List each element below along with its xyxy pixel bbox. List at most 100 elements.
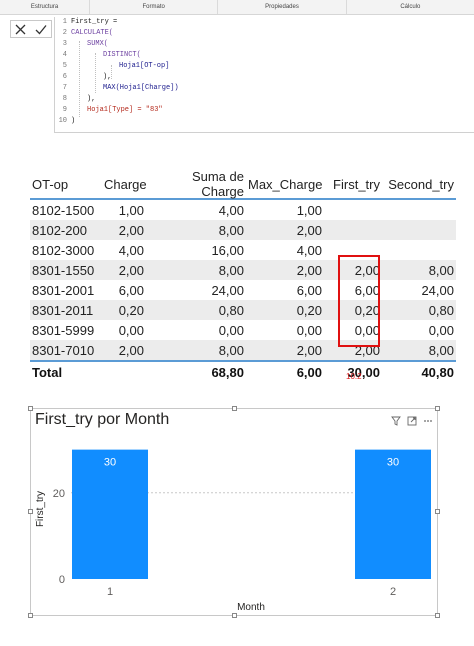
resize-handle[interactable]	[28, 406, 33, 411]
visual-header-icons	[391, 413, 433, 431]
table-row[interactable]: 8301-5999 0,00 0,00 0,00 0,00 0,00	[30, 320, 456, 340]
check-icon[interactable]	[35, 24, 47, 35]
cell-max-charge: 2,00	[296, 342, 322, 358]
cell-charge: 2,00	[118, 222, 144, 238]
code-line: 8),	[55, 94, 474, 105]
line-number: 8	[62, 95, 67, 103]
cell-suma-de-charge: 4,00	[218, 202, 244, 218]
cell-charge: 0,00	[118, 322, 144, 338]
cell-max-charge: 2,00	[296, 222, 322, 238]
cell-first-try: 2,00	[354, 342, 380, 358]
y-tick-label: 0	[59, 574, 65, 586]
total-max-charge: 6,00	[296, 364, 322, 380]
cell-ot-op: 8301-1550	[32, 262, 95, 278]
cell-charge: 6,00	[118, 282, 144, 298]
cell-ot-op: 8102-200	[32, 222, 87, 238]
table-row[interactable]: 8301-7010 2,00 8,00 2,00 2,00 8,00	[30, 340, 456, 360]
resize-handle[interactable]	[28, 613, 33, 618]
formula-bar: 1 First_try = 2 CALCULATE(3 SUMX(4 DISTINCT(5…	[0, 15, 474, 133]
filter-icon[interactable]	[391, 413, 401, 431]
cell-suma-de-charge: 0,80	[218, 302, 244, 318]
formula-editor[interactable]: 1 First_try = 2 CALCULATE(3 SUMX(4 DISTINCT(5…	[54, 17, 474, 133]
cell-max-charge: 6,00	[296, 282, 322, 298]
cell-max-charge: 0,00	[296, 322, 322, 338]
code-text: ),	[103, 73, 112, 81]
close-icon[interactable]	[15, 24, 26, 35]
y-axis-title: First_try	[35, 491, 46, 527]
cell-ot-op: 8102-1500	[32, 202, 95, 218]
code-line: 6),	[55, 72, 474, 83]
line-number: 7	[62, 84, 67, 92]
cell-first-try: 0,20	[354, 302, 380, 318]
code-text: SUMX(	[87, 40, 109, 48]
cell-max-charge: 4,00	[296, 242, 322, 258]
cell-charge: 4,00	[118, 242, 144, 258]
code-text: DISTINCT(	[103, 51, 141, 59]
header-ot-op[interactable]: OT-op	[30, 177, 102, 192]
data-label: 30	[104, 457, 116, 469]
bar[interactable]	[72, 449, 148, 579]
line-number: 2	[62, 29, 67, 37]
x-axis-title: Month	[237, 602, 265, 613]
resize-handle[interactable]	[435, 509, 440, 514]
cell-suma-de-charge: 24,00	[211, 282, 244, 298]
table-row[interactable]: 8102-200 2,00 8,00 2,00	[30, 220, 456, 240]
more-options-icon[interactable]	[423, 413, 433, 431]
table-row[interactable]: 8102-1500 1,00 4,00 1,00	[30, 200, 456, 220]
code-text: CALCULATE(	[71, 29, 114, 37]
code-text: MAX(Hoja1[Charge])	[103, 84, 179, 92]
code-line: 9 Hoja1[Type] = "83"	[55, 105, 474, 116]
tab-propiedades[interactable]: Propiedades	[218, 0, 347, 14]
table-row[interactable]: 8301-2001 6,00 24,00 6,00 6,00 24,00	[30, 280, 456, 300]
bar[interactable]	[355, 449, 431, 579]
cell-max-charge: 0,20	[296, 302, 322, 318]
total-suma-de-charge: 68,80	[211, 364, 244, 380]
tab-formato[interactable]: Formato	[90, 0, 219, 14]
focus-mode-icon[interactable]	[407, 413, 417, 431]
header-charge[interactable]: Charge	[102, 177, 147, 192]
header-max-charge[interactable]: Max_Charge	[246, 177, 324, 192]
header-suma-de-charge[interactable]: Suma de Charge	[146, 169, 246, 199]
code-text: Hoja1[Type] = "83"	[87, 106, 163, 114]
cell-suma-de-charge: 8,00	[218, 262, 244, 278]
line-number: 3	[62, 40, 67, 48]
tab-calculo[interactable]: Cálculo	[347, 0, 474, 14]
table-row[interactable]: 8301-1550 2,00 8,00 2,00 2,00 8,00	[30, 260, 456, 280]
cell-ot-op: 8102-3000	[32, 242, 95, 258]
cell-first-try: 6,00	[354, 282, 380, 298]
cell-suma-de-charge: 16,00	[211, 242, 244, 258]
resize-handle[interactable]	[435, 406, 440, 411]
table-body: 8102-1500 1,00 4,00 1,00 8102-200 2,00 8,00 2,0…	[30, 200, 456, 360]
cell-second-try: 8,00	[428, 342, 454, 358]
cell-second-try: 8,00	[428, 262, 454, 278]
cell-first-try: 0,00	[354, 322, 380, 338]
data-label: 30	[387, 457, 399, 469]
header-second-try[interactable]: Second_try	[382, 177, 456, 192]
cell-first-try: 2,00	[354, 262, 380, 278]
header-first-try[interactable]: First_try	[324, 177, 382, 192]
cell-charge: 1,00	[118, 202, 144, 218]
cell-second-try: 0,00	[428, 322, 454, 338]
resize-handle[interactable]	[28, 509, 33, 514]
table-row[interactable]: 8102-3000 4,00 16,00 4,00	[30, 240, 456, 260]
code-line: 1 First_try =	[55, 17, 474, 28]
table-row[interactable]: 8301-2011 0,20 0,80 0,20 0,20 0,80	[30, 300, 456, 320]
code-text: ),	[87, 95, 96, 103]
tab-estructura[interactable]: Estructura	[0, 0, 90, 14]
code-line: 10)	[55, 116, 474, 127]
code-line: 2 CALCULATE(	[55, 28, 474, 39]
resize-handle[interactable]	[435, 613, 440, 618]
x-tick-label: 1	[107, 586, 113, 598]
line-number: 1	[62, 18, 67, 26]
chart-visual[interactable]: 0 20 30 1 30 2 Month First_try First_try por Mo…	[28, 406, 440, 618]
cell-second-try: 24,00	[421, 282, 454, 298]
bar-chart: 0 20 30 1 30 2 Month First_try	[35, 449, 431, 613]
x-tick-label: 2	[390, 586, 396, 598]
code-line: 7 MAX(Hoja1[Charge])	[55, 83, 474, 94]
line-number: 5	[62, 62, 67, 70]
total-label: Total	[32, 364, 63, 380]
total-second-try: 40,80	[421, 364, 454, 380]
resize-handle[interactable]	[232, 613, 237, 618]
cell-max-charge: 1,00	[296, 202, 322, 218]
resize-handle[interactable]	[232, 406, 237, 411]
